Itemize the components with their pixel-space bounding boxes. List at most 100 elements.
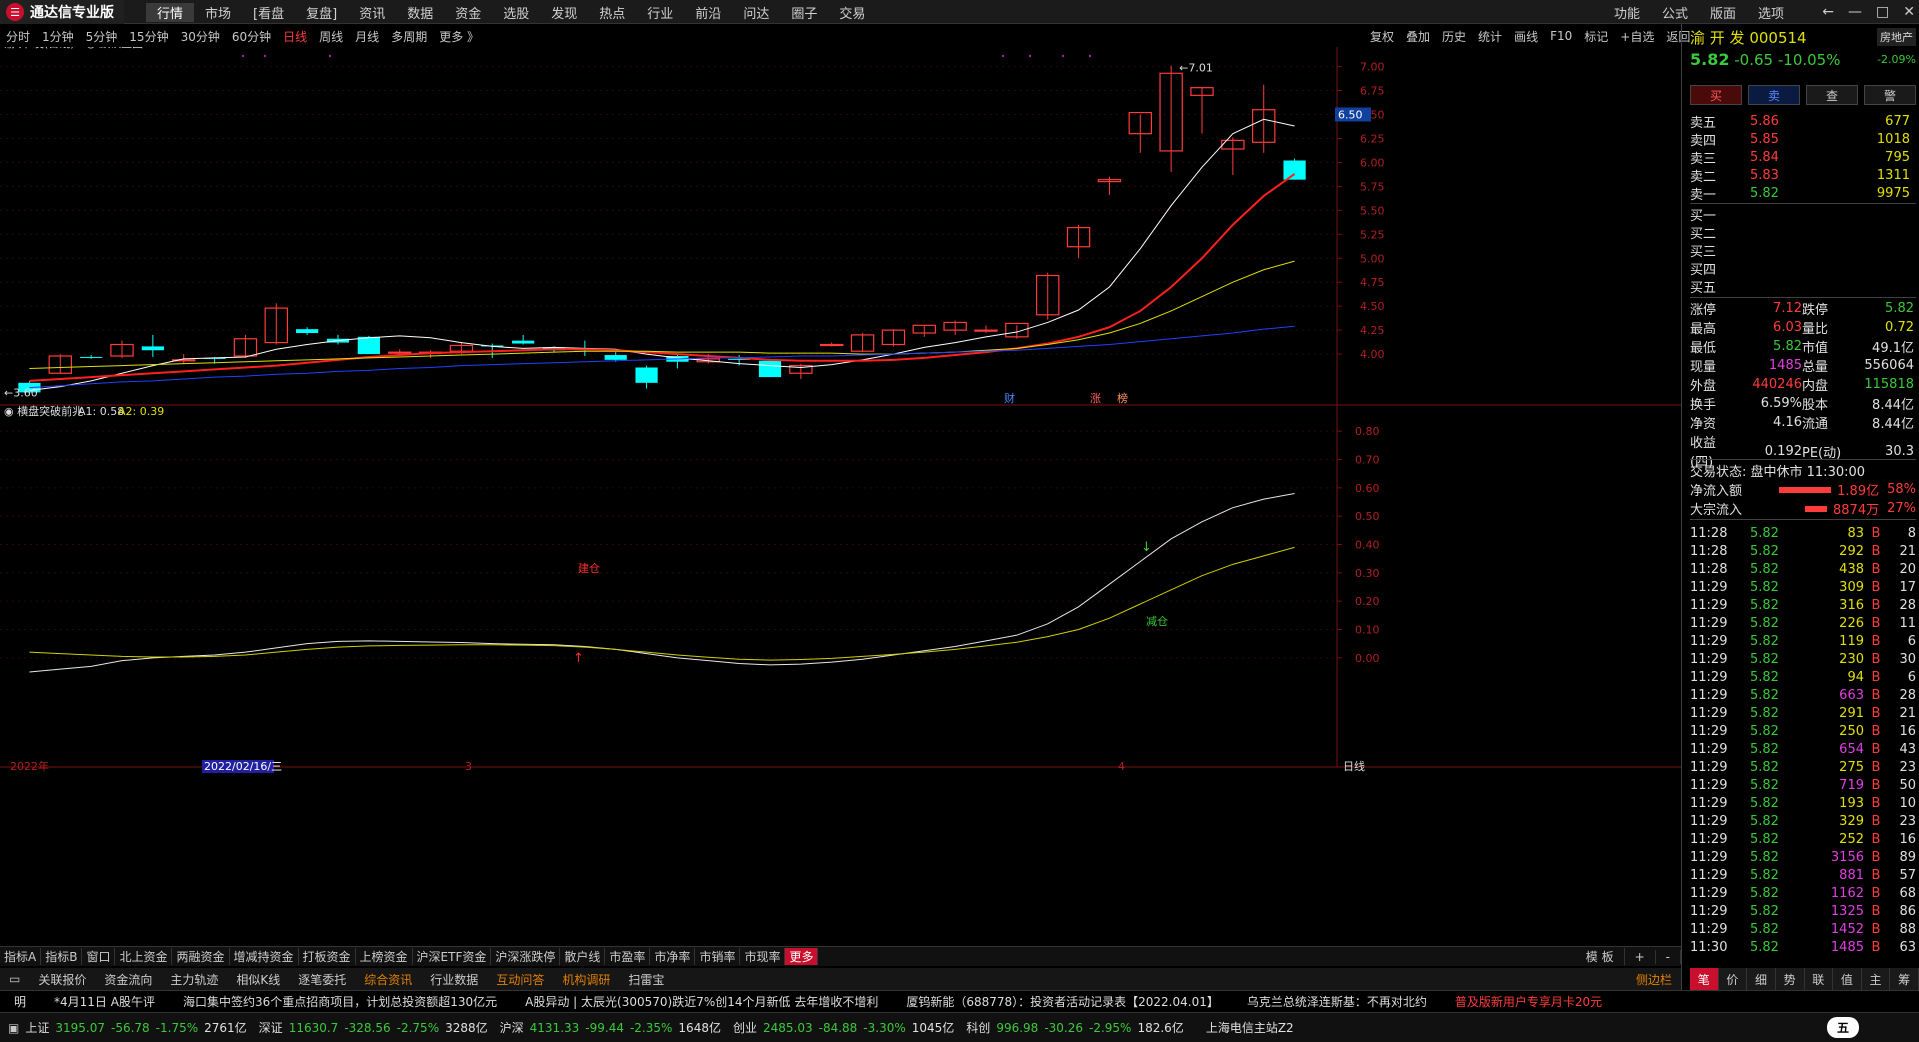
indicator-tab[interactable]: 沪深ETF资金 (413, 948, 492, 965)
panel-toggle-icon[interactable]: ▭ (0, 972, 29, 986)
right-menu-item[interactable]: 公式 (1651, 3, 1699, 22)
indicator-tab[interactable]: 增减持资金 (230, 948, 299, 965)
info-tab[interactable]: 逐笔委托 (289, 971, 355, 988)
menu-item[interactable]: 资讯 (348, 3, 396, 22)
indicator-tab[interactable]: 上榜资金 (356, 948, 413, 965)
menu-item[interactable]: 市场 (194, 3, 242, 22)
indicator-tab[interactable]: 指标A (0, 948, 42, 965)
right-menu-item[interactable]: 功能 (1603, 3, 1651, 22)
news-item[interactable]: 普及版新用户专享月卡20元 (1441, 993, 1616, 1010)
period-2[interactable]: 5分钟 (80, 28, 124, 45)
tool-button[interactable]: 历史 (1442, 28, 1466, 45)
tool-button[interactable]: 复权 (1370, 28, 1394, 45)
ime-indicator[interactable]: 五 (1826, 1017, 1859, 1038)
index-name[interactable]: 上证 (25, 1019, 49, 1036)
menu-item[interactable]: [看盘 (242, 3, 295, 22)
period-0[interactable]: 分时 (0, 28, 36, 45)
server-name[interactable]: 上海电信主站Z2 (1206, 1019, 1294, 1036)
indicator-tab[interactable]: 市销率 (695, 948, 741, 965)
news-item[interactable]: 乌克兰总统泽连斯基：不再对北约 (1233, 993, 1441, 1010)
menu-item[interactable]: 问达 (732, 3, 780, 22)
sell-button[interactable]: 卖 (1748, 85, 1800, 105)
period-8[interactable]: 月线 (349, 28, 385, 45)
kline-chart[interactable]: 7.00 6.75 6.50 6.25 6.00 5.75 5.50 5.25 5.00 4.75… (0, 47, 1681, 945)
menu-item[interactable]: 圈子 (780, 3, 828, 22)
indicator-tab[interactable]: 市盈率 (605, 948, 651, 965)
tool-button[interactable]: 叠加 (1406, 28, 1430, 45)
template-control[interactable]: - (1656, 949, 1681, 964)
news-item[interactable]: 海口集中签约36个重点招商项目，计划总投资额超130亿元 (169, 993, 511, 1010)
template-control[interactable]: + (1625, 949, 1656, 964)
minimize-icon[interactable]: — (1848, 4, 1862, 20)
indicator-tab[interactable]: 沪深涨跌停 (491, 948, 561, 965)
right-tab[interactable]: 势 (1775, 968, 1805, 990)
right-tab[interactable]: 价 (1718, 968, 1748, 990)
menu-item[interactable]: 行情 (146, 2, 195, 22)
news-item[interactable]: A股异动 | 太辰光(300570)跌近7%创14个月新低 去年增收不增利 (511, 993, 892, 1010)
maximize-icon[interactable]: □ (1876, 4, 1889, 20)
menu-item[interactable]: 交易 (828, 3, 876, 22)
right-menu-item[interactable]: 版面 (1699, 3, 1747, 22)
index-name[interactable]: 创业 (733, 1019, 757, 1036)
menu-item[interactable]: 前沿 (684, 3, 732, 22)
news-item[interactable]: *4月11日 A股午评 (40, 993, 169, 1010)
indicator-tab[interactable]: 更多 (785, 948, 819, 965)
sidebar-toggle[interactable]: 侧边栏 (1627, 971, 1681, 988)
period-5[interactable]: 60分钟 (226, 28, 277, 45)
right-tab[interactable]: 主 (1861, 968, 1891, 990)
right-menu-item[interactable]: 选项 (1747, 3, 1795, 22)
tool-button[interactable]: 返回 (1666, 28, 1690, 45)
info-tab[interactable]: 资金流向 (95, 971, 161, 988)
period-9[interactable]: 多周期 (385, 28, 433, 45)
info-tab[interactable]: 关联报价 (29, 971, 95, 988)
index-name[interactable]: 沪深 (500, 1019, 524, 1036)
indicator-tab[interactable]: 指标B (41, 948, 83, 965)
menu-item[interactable]: 发现 (540, 3, 588, 22)
tool-button[interactable]: 标记 (1584, 28, 1608, 45)
tool-button[interactable]: 统计 (1478, 28, 1502, 45)
info-tab[interactable]: 行业数据 (421, 971, 487, 988)
period-4[interactable]: 30分钟 (175, 28, 226, 45)
news-item[interactable]: 明 (0, 993, 40, 1010)
info-tab[interactable]: 综合资讯 (355, 971, 421, 988)
menu-item[interactable]: 数据 (396, 3, 444, 22)
indicator-tab[interactable]: 两融资金 (172, 948, 230, 965)
menu-item[interactable]: 复盘] (295, 3, 348, 22)
period-6[interactable]: 日线 (277, 28, 313, 45)
info-tab[interactable]: 扫雷宝 (619, 971, 673, 988)
period-7[interactable]: 周线 (313, 28, 349, 45)
buy-button[interactable]: 买 (1690, 85, 1742, 105)
right-tab[interactable]: 细 (1747, 968, 1776, 990)
template-control[interactable]: 模 板 (1576, 948, 1625, 965)
alert-button[interactable]: 警 (1864, 85, 1916, 105)
period-1[interactable]: 1分钟 (36, 28, 80, 45)
right-tab[interactable]: 联 (1804, 968, 1834, 990)
period-3[interactable]: 15分钟 (123, 28, 174, 45)
info-tab[interactable]: 主力轨迹 (161, 971, 227, 988)
close-icon[interactable]: ✕ (1903, 4, 1915, 20)
indicator-tab[interactable]: 打板资金 (299, 948, 356, 965)
info-tab[interactable]: 机构调研 (553, 971, 619, 988)
tick-list[interactable]: 11:28 5.82 83 B 8 11:28 5.82 292 B 21 11:28 5.82 438… (1690, 524, 1916, 956)
info-tab[interactable]: 相似K线 (227, 971, 289, 988)
menu-item[interactable]: 选股 (492, 3, 540, 22)
tool-button[interactable]: +自选 (1620, 28, 1654, 45)
indicator-tab[interactable]: 窗口 (82, 948, 116, 965)
indicator-tab[interactable]: 北上资金 (115, 948, 173, 965)
info-tab[interactable]: 互动问答 (487, 971, 553, 988)
right-tab[interactable]: 笔 (1690, 968, 1719, 990)
index-name[interactable]: 科创 (966, 1019, 990, 1036)
period-10[interactable]: 更多 》 (433, 28, 485, 45)
news-item[interactable]: 厦钨新能（688778）：投资者活动记录表【2022.04.01】 (892, 993, 1233, 1010)
indicator-tab[interactable]: 市净率 (650, 948, 696, 965)
right-tab[interactable]: 值 (1833, 968, 1862, 990)
menu-item[interactable]: 热点 (588, 3, 636, 22)
indicator-tab[interactable]: 市现率 (740, 948, 786, 965)
sector-tag[interactable]: 房地产 (1877, 28, 1916, 46)
query-button[interactable]: 查 (1806, 85, 1858, 105)
indicator-tab[interactable]: 散户线 (560, 948, 606, 965)
back-icon[interactable]: ← (1822, 4, 1834, 20)
tool-button[interactable]: 画线 (1514, 28, 1538, 45)
menu-item[interactable]: 资金 (444, 3, 492, 22)
right-tab[interactable]: 筹 (1890, 968, 1919, 990)
